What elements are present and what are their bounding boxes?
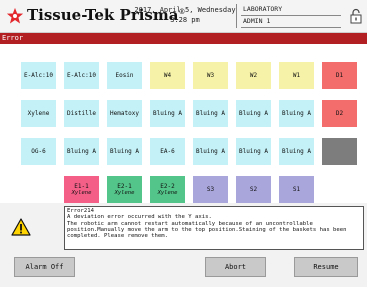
station-cell[interactable]: Bluing A (236, 138, 271, 165)
station-label: E2-1 (117, 182, 132, 190)
station-cell[interactable] (322, 138, 357, 165)
warning-icon (11, 218, 31, 236)
station-cell[interactable]: W4 (150, 62, 185, 89)
station-label: Bluing A (282, 148, 311, 155)
station-label: S2 (249, 186, 258, 193)
station-label: Distille (67, 110, 96, 117)
error-message-box: Error214 A deviation error occurred with… (64, 206, 364, 250)
error-message-line: completed. Please remove them. (67, 233, 169, 240)
station-label: Xylene (27, 110, 50, 117)
station-cell[interactable]: E1-1 Xylene (64, 176, 99, 203)
station-label: D1 (335, 72, 344, 79)
error-status-bar: Error (0, 33, 367, 44)
station-label: OG-6 (31, 148, 46, 155)
user-info: LABORATORY ADMIN 1 (241, 4, 341, 28)
time-text: 3:28 pm (170, 16, 200, 24)
station-cell[interactable]: S3 (193, 176, 228, 203)
station-cell[interactable]: Bluing A (279, 100, 314, 127)
station-label: W1 (292, 72, 301, 79)
star-logo-icon (6, 7, 24, 24)
user-name-text: ADMIN 1 (241, 16, 341, 28)
station-cell[interactable]: Bluing A (193, 138, 228, 165)
abort-button[interactable]: Abort (205, 257, 266, 277)
station-label: S3 (206, 186, 215, 193)
message-panel: Error214 A deviation error occurred with… (0, 203, 367, 253)
station-reagent-label: Xylene (71, 189, 92, 196)
station-label: EA-6 (160, 148, 175, 155)
station-label: W3 (206, 72, 215, 79)
station-cell[interactable]: Distille (64, 100, 99, 127)
station-cell[interactable]: W1 (279, 62, 314, 89)
lock-icon[interactable] (350, 8, 362, 24)
date-text: 2017, April 5, Wednesday (134, 6, 236, 14)
station-cell[interactable]: W3 (193, 62, 228, 89)
station-cell[interactable]: Eosin (107, 62, 142, 89)
station-label: Bluing A (67, 148, 96, 155)
station-cell[interactable]: E-Alc:10 (21, 62, 56, 89)
station-label: Bluing A (282, 110, 311, 117)
station-label: Bluing A (196, 148, 225, 155)
station-cell[interactable]: E2-1 Xylene (107, 176, 142, 203)
station-cell[interactable]: D2 (322, 100, 357, 127)
station-label: E-Alc:10 (67, 72, 96, 79)
station-cell[interactable]: E2-2 Xylene (150, 176, 185, 203)
station-cell[interactable]: E-Alc:10 (64, 62, 99, 89)
station-cell[interactable]: Bluing A (193, 100, 228, 127)
station-label: Hematoxy (110, 110, 139, 117)
alarm-off-button[interactable]: Alarm Off (14, 257, 75, 277)
empty-slot (322, 176, 357, 203)
location-text: LABORATORY (241, 4, 341, 16)
station-label: D2 (335, 110, 344, 117)
reagent-grid: E-Alc:10 E-Alc:10 Eosin W4 W3 W2 W1 D1 Xylene Dis… (21, 62, 357, 203)
header-bar: Tissue-Tek Prisma® 2017, April 5, Wednes… (0, 0, 367, 33)
station-label: S1 (292, 186, 301, 193)
station-cell[interactable]: Bluing A (279, 138, 314, 165)
station-label: E-Alc:10 (24, 72, 53, 79)
station-cell[interactable]: D1 (322, 62, 357, 89)
date-time: 2017, April 5, Wednesday 3:28 pm (134, 5, 236, 25)
station-label: Eosin (115, 72, 134, 79)
station-label: Bluing A (196, 110, 225, 117)
station-cell[interactable]: S1 (279, 176, 314, 203)
action-bar: Alarm Off Abort Resume (0, 253, 367, 287)
station-cell[interactable]: Hematoxy (107, 100, 142, 127)
station-cell[interactable]: W2 (236, 62, 271, 89)
station-label: Bluing A (110, 148, 139, 155)
station-label: W4 (163, 72, 172, 79)
station-label: Bluing A (153, 110, 182, 117)
station-cell[interactable]: Bluing A (64, 138, 99, 165)
station-cell[interactable]: OG-6 (21, 138, 56, 165)
station-reagent-label: Xylene (157, 189, 178, 196)
error-label: Error (2, 34, 24, 42)
header-divider (236, 4, 237, 28)
station-cell[interactable]: S2 (236, 176, 271, 203)
station-cell[interactable]: Bluing A (150, 100, 185, 127)
station-cell[interactable]: Xylene (21, 100, 56, 127)
station-cell[interactable]: EA-6 (150, 138, 185, 165)
resume-button[interactable]: Resume (294, 257, 358, 277)
station-label: E2-2 (160, 182, 175, 190)
station-label: Bluing A (239, 148, 268, 155)
station-label: Bluing A (239, 110, 268, 117)
station-cell[interactable]: Bluing A (236, 100, 271, 127)
empty-slot (21, 176, 56, 203)
station-reagent-label: Xylene (114, 189, 135, 196)
station-cell[interactable]: Bluing A (107, 138, 142, 165)
station-label: E1-1 (74, 182, 89, 190)
station-label: W2 (249, 72, 258, 79)
